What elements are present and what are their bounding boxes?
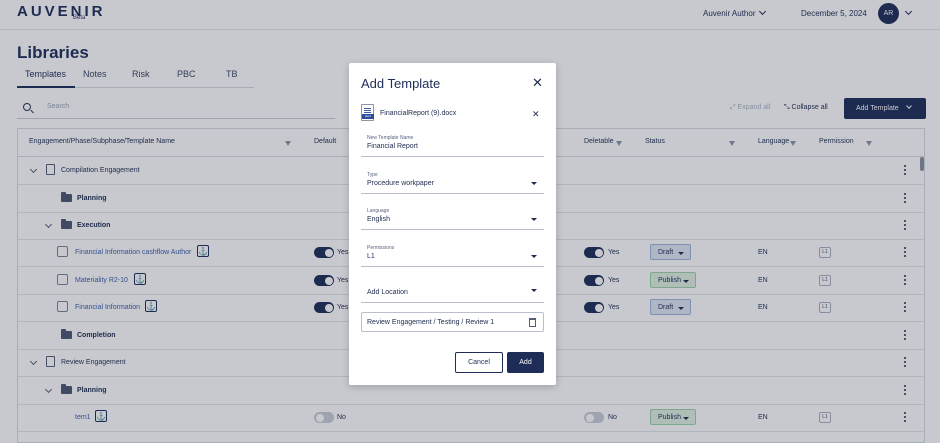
uploaded-file-name: FinancialReport (9).docx xyxy=(380,110,457,117)
field-value: Procedure workpaper xyxy=(367,180,434,187)
dropdown-arrow-icon xyxy=(531,255,537,258)
language-select[interactable]: Language English xyxy=(361,208,544,230)
field-value: Financial Report xyxy=(367,143,418,150)
field-value: Add Location xyxy=(367,289,408,296)
field-value: English xyxy=(367,216,390,223)
dialog-title: Add Template xyxy=(361,76,441,91)
add-template-dialog: Add Template ✕ docx FinancialReport (9).… xyxy=(349,63,556,385)
file-type-tag: docx xyxy=(362,114,374,119)
field-label: New Template Name xyxy=(367,135,414,141)
field-label: Permissions xyxy=(367,245,395,251)
add-button[interactable]: Add xyxy=(507,352,544,373)
cancel-button[interactable]: Cancel xyxy=(455,352,503,373)
close-icon[interactable]: ✕ xyxy=(532,75,543,91)
type-select[interactable]: Type Procedure workpaper xyxy=(361,172,544,194)
selected-location: Review Engagement / Testing / Review 1 xyxy=(361,312,544,332)
field-label: Language xyxy=(367,208,390,214)
location-path: Review Engagement / Testing / Review 1 xyxy=(367,319,495,326)
dropdown-arrow-icon xyxy=(531,289,537,292)
permissions-select[interactable]: Permissions L1 xyxy=(361,245,544,267)
docx-file-icon: docx xyxy=(361,104,374,121)
field-value: L1 xyxy=(367,253,375,260)
dropdown-arrow-icon xyxy=(531,218,537,221)
trash-icon[interactable] xyxy=(529,318,536,327)
field-label: Type xyxy=(367,172,378,178)
dropdown-arrow-icon xyxy=(531,182,537,185)
remove-file-icon[interactable]: ✕ xyxy=(532,109,540,120)
add-location-select[interactable]: Add Location xyxy=(361,281,544,303)
template-name-field[interactable]: New Template Name Financial Report xyxy=(361,135,544,157)
